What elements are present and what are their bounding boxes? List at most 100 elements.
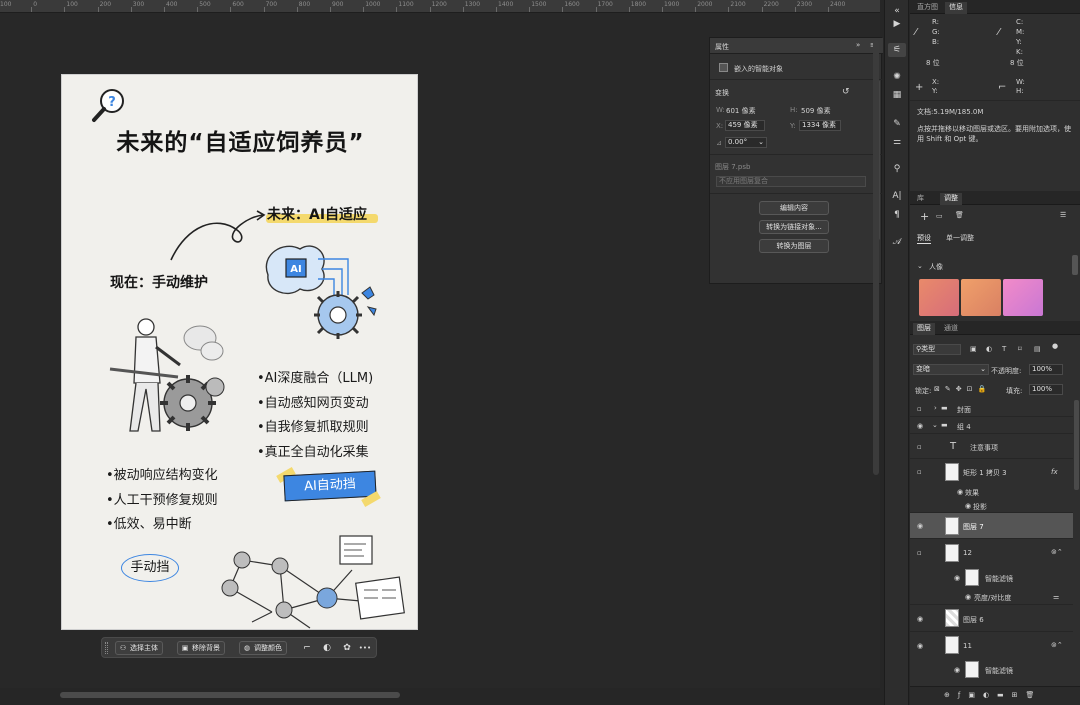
adjust-color-button[interactable]: ◍ 调整颜色 xyxy=(239,641,287,655)
smart-filter-icon[interactable]: ⊚⌃ xyxy=(1051,641,1063,649)
character-icon[interactable]: A| xyxy=(888,189,906,203)
y-field[interactable]: 1334 像素 xyxy=(799,120,841,131)
portrait-preset-2[interactable] xyxy=(961,279,1001,316)
layer-row[interactable]: ◉ 11 ⊚⌃ xyxy=(910,632,1073,659)
eye-icon[interactable]: ◉ xyxy=(917,615,923,623)
tab-single-adjustment[interactable]: 单一调整 xyxy=(946,233,974,243)
layer-row[interactable]: ▫ 矩形 1 拷贝 3 fx xyxy=(910,459,1073,485)
layer-icon[interactable]: ▭ xyxy=(936,212,943,220)
sliders-icon[interactable]: ⚟ xyxy=(888,43,906,57)
eye-icon[interactable]: ◉ xyxy=(917,642,923,650)
tab-layers[interactable]: 图层 xyxy=(913,323,935,335)
layer-row[interactable]: ▫ › ▬ 封面 xyxy=(910,400,1073,417)
blend-mode-select[interactable]: 变暗 ⌄ xyxy=(913,364,989,375)
tab-libraries[interactable]: 库 xyxy=(913,193,928,205)
more-options-button[interactable]: ••• xyxy=(358,641,372,655)
effects-icon[interactable]: ✿ xyxy=(340,641,354,655)
visibility-off-icon[interactable]: ▫ xyxy=(917,443,922,451)
select-subject-button[interactable]: ⚇ 选择主体 xyxy=(115,641,163,655)
expand-icon[interactable]: › xyxy=(934,404,937,412)
layer-row[interactable]: ◉ ⌄ ▬ 组 4 xyxy=(910,417,1073,434)
eye-icon[interactable]: ◉ xyxy=(954,666,960,674)
h-value[interactable]: 509 像素 xyxy=(801,106,831,116)
eye-icon[interactable]: ◉ xyxy=(917,522,923,530)
collapse-icon[interactable]: ⌄ xyxy=(932,421,938,429)
horizontal-scrollbar[interactable] xyxy=(60,692,400,698)
convert-to-layers-button[interactable]: 转换为图层 xyxy=(759,239,829,253)
eye-icon[interactable]: ◉ xyxy=(965,593,971,601)
dock-collapse-icon[interactable]: « xyxy=(888,4,906,18)
filter-pixel-icon[interactable]: ▣ xyxy=(970,345,977,353)
fx-badge[interactable]: fx xyxy=(1051,468,1058,476)
filter-smart-icon[interactable]: ▤ xyxy=(1034,345,1041,353)
visibility-off-icon[interactable]: ▫ xyxy=(917,468,922,476)
scrollbar[interactable] xyxy=(1074,400,1079,490)
scrollbar[interactable] xyxy=(1072,255,1078,275)
x-label: X: xyxy=(932,78,940,86)
drag-handle[interactable] xyxy=(105,642,108,654)
curved-arrow-icon xyxy=(170,210,266,261)
angle-field[interactable]: 0.00° ⌄ xyxy=(725,137,767,148)
ruler-tick xyxy=(828,7,829,12)
effect-eye-icon[interactable]: ◉ xyxy=(965,502,971,510)
convert-to-linked-button[interactable]: 转换为链接对象... xyxy=(759,220,829,234)
collapse-icon[interactable]: » xyxy=(856,41,860,49)
layer-row[interactable]: ▫ T 注意事项 xyxy=(910,434,1073,459)
smart-filter-icon[interactable]: ⊚⌃ xyxy=(1051,548,1063,556)
visibility-off-icon[interactable]: ▫ xyxy=(917,549,922,557)
tab-presets[interactable]: 预设 xyxy=(917,233,931,244)
filter-options-icon[interactable]: ⚌ xyxy=(1053,593,1059,601)
tab-adjustments[interactable]: 调整 xyxy=(940,193,962,205)
filter-adjust-icon[interactable]: ◐ xyxy=(986,345,992,353)
lock-icons[interactable]: ⊠✎✥⊡🔒 xyxy=(934,385,991,393)
portrait-preset-3[interactable] xyxy=(1003,279,1043,316)
opacity-field[interactable]: 100% xyxy=(1029,364,1063,375)
layer-row[interactable]: ▫ 12 ⊚⌃ xyxy=(910,539,1073,567)
eye-icon[interactable]: ◉ xyxy=(917,422,923,430)
effect-row[interactable]: ◉ 投影 xyxy=(910,499,1073,513)
filter-row[interactable]: ◉ 亮度/对比度 ⚌ xyxy=(910,589,1073,605)
filter-row[interactable]: ◉ 智能滤镜 xyxy=(910,567,1073,589)
filter-row[interactable]: ◉ 智能滤镜 xyxy=(910,659,1073,681)
layer-row-selected[interactable]: ◉ 图层 7 xyxy=(910,513,1073,539)
effect-row[interactable]: ◉ 效果 xyxy=(910,485,1073,499)
document-poster[interactable]: ? 未来的“自适应饲养员” 未来：AI自适应 现在：手动维护 AI •AI深度融… xyxy=(61,74,418,630)
play-icon[interactable]: ▶ xyxy=(888,17,906,31)
remove-background-button[interactable]: ▣ 移除背景 xyxy=(177,641,225,655)
list-view-icon[interactable]: ☰ xyxy=(1060,211,1066,219)
x-field[interactable]: 459 像素 xyxy=(725,120,765,131)
layer-comp-select[interactable]: 不应用图层复合 xyxy=(716,176,866,187)
tab-channels[interactable]: 通道 xyxy=(940,323,962,335)
trash-icon[interactable]: 🗑 xyxy=(955,211,964,219)
add-icon[interactable]: + xyxy=(920,210,929,223)
effect-eye-icon[interactable]: ◉ xyxy=(957,488,963,496)
ruler-label: 100 xyxy=(0,1,12,8)
paragraph-icon[interactable]: ¶ xyxy=(888,208,906,222)
glyphs-icon[interactable]: 𝒜 xyxy=(888,235,906,249)
layer-row[interactable]: ◉ 图层 6 xyxy=(910,605,1073,632)
edit-contents-button[interactable]: 编辑内容 xyxy=(759,201,829,215)
brush-icon[interactable]: ✎ xyxy=(888,117,906,131)
palette-icon[interactable]: ✺ xyxy=(888,70,906,84)
tab-info[interactable]: 信息 xyxy=(945,2,967,14)
filter-shape-icon[interactable]: ⌑ xyxy=(1018,345,1022,353)
w-value[interactable]: 601 像素 xyxy=(726,106,756,116)
portrait-preset-1[interactable] xyxy=(919,279,959,316)
adjust-icon[interactable]: ⚌ xyxy=(888,135,906,149)
reset-icon[interactable]: ↺ xyxy=(842,87,850,97)
vertical-scrollbar[interactable] xyxy=(873,40,879,475)
filter-toggle-icon[interactable]: ● xyxy=(1052,342,1058,350)
visibility-off-icon[interactable]: ▫ xyxy=(917,405,922,413)
character-style-icon[interactable]: ⚲ xyxy=(888,162,906,176)
filter-type-icon[interactable]: T xyxy=(1002,345,1006,353)
horizontal-ruler: 100 0 100 200 300 400 500 600 700 800 900 1000 1100 1… xyxy=(0,0,880,13)
tab-histogram[interactable]: 直方图 xyxy=(913,2,942,14)
fill-field[interactable]: 100% xyxy=(1029,384,1063,395)
mask-icon[interactable]: ◐ xyxy=(320,641,334,655)
grid-icon[interactable]: ▦ xyxy=(888,88,906,102)
transform-icon[interactable]: ⌐ xyxy=(300,641,314,655)
chevron-down-icon[interactable]: ⌄ xyxy=(917,262,923,270)
layer-actions-icons[interactable]: ⊕ƒ▣◐▬⊞🗑 xyxy=(944,691,1042,699)
filter-kind-select[interactable]: ⚲类型 xyxy=(913,344,961,355)
eye-icon[interactable]: ◉ xyxy=(954,574,960,582)
